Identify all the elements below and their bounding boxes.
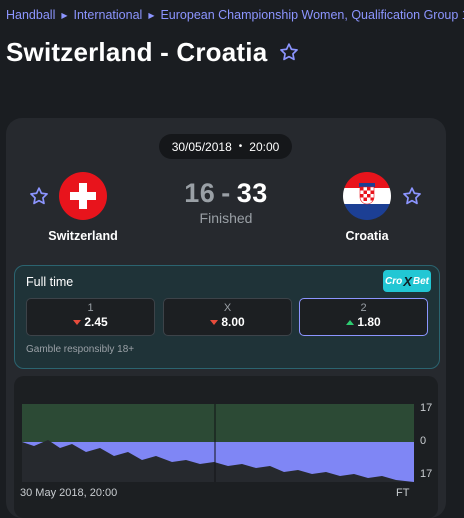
odd-value: 8.00	[221, 315, 245, 329]
croatia-flag-icon	[343, 172, 391, 220]
star-outline-icon[interactable]	[279, 42, 299, 62]
bookmaker-prefix: Cro	[384, 275, 403, 287]
away-score: 33	[236, 178, 268, 208]
score-separator: -	[221, 178, 231, 208]
odds-period-label: Full time	[26, 275, 74, 289]
breadcrumb-item-tournament[interactable]: European Championship Women, Qualificati…	[160, 8, 464, 22]
match-time: 20:00	[249, 139, 280, 154]
triangle-down-icon	[210, 319, 219, 325]
odd-value: 1.80	[357, 315, 381, 329]
odd-button-home[interactable]: 1 2.45	[26, 298, 155, 336]
match-status: Finished	[199, 210, 253, 226]
caret-right-icon: ▶	[61, 10, 68, 20]
y-tick-top: 17	[420, 402, 433, 414]
page-title: Switzerland - Croatia	[6, 36, 268, 67]
triangle-up-icon	[346, 319, 355, 325]
bookmaker-mark: X	[403, 273, 412, 289]
odd-button-draw[interactable]: X 8.00	[163, 298, 292, 336]
match-datetime: 30/05/2018 • 20:00	[159, 134, 292, 159]
page-header: Switzerland - Croatia	[6, 32, 299, 72]
graph-start-label: 30 May 2018, 20:00	[20, 487, 118, 499]
odd-label: 1	[87, 302, 94, 314]
odd-value: 2.45	[84, 315, 108, 329]
match-card: 30/05/2018 • 20:00 Switzerland 16-33 Fin…	[6, 118, 446, 518]
caret-right-icon: ▶	[148, 10, 155, 20]
away-team[interactable]: Croatia	[322, 172, 412, 243]
momentum-graph[interactable]: 17 0 17 30 May 2018, 20:00 FT	[14, 376, 438, 518]
match-date: 30/05/2018	[171, 139, 232, 154]
home-dominance-area	[22, 404, 414, 442]
switzerland-flag-icon	[59, 172, 107, 220]
breadcrumb-item-handball[interactable]: Handball	[6, 8, 55, 22]
away-team-name: Croatia	[345, 229, 389, 243]
odd-label: 2	[360, 302, 367, 314]
breadcrumb: Handball ▶ International ▶ European Cham…	[6, 6, 464, 24]
odds-panel: Full time Cro X Bet 1 2.45 X 8.00 2 1.80 G…	[14, 265, 440, 369]
home-team-name: Switzerland	[48, 229, 118, 243]
score-block: 16-33 Finished	[166, 178, 286, 226]
odd-label: X	[223, 302, 232, 314]
y-tick-zero: 0	[420, 435, 427, 447]
triangle-down-icon	[73, 319, 82, 325]
breadcrumb-item-international[interactable]: International	[74, 8, 143, 22]
bookmaker-logo[interactable]: Cro X Bet	[383, 270, 431, 292]
bookmaker-suffix: Bet	[412, 275, 430, 287]
home-score: 16	[184, 178, 216, 208]
home-team[interactable]: Switzerland	[38, 172, 128, 243]
star-outline-icon[interactable]	[402, 186, 422, 206]
graph-end-label: FT	[396, 487, 410, 499]
separator-dot: •	[238, 141, 243, 152]
gamble-disclaimer: Gamble responsibly 18+	[26, 344, 135, 355]
odd-button-away[interactable]: 2 1.80	[299, 298, 428, 336]
y-tick-bottom: 17	[420, 468, 433, 480]
